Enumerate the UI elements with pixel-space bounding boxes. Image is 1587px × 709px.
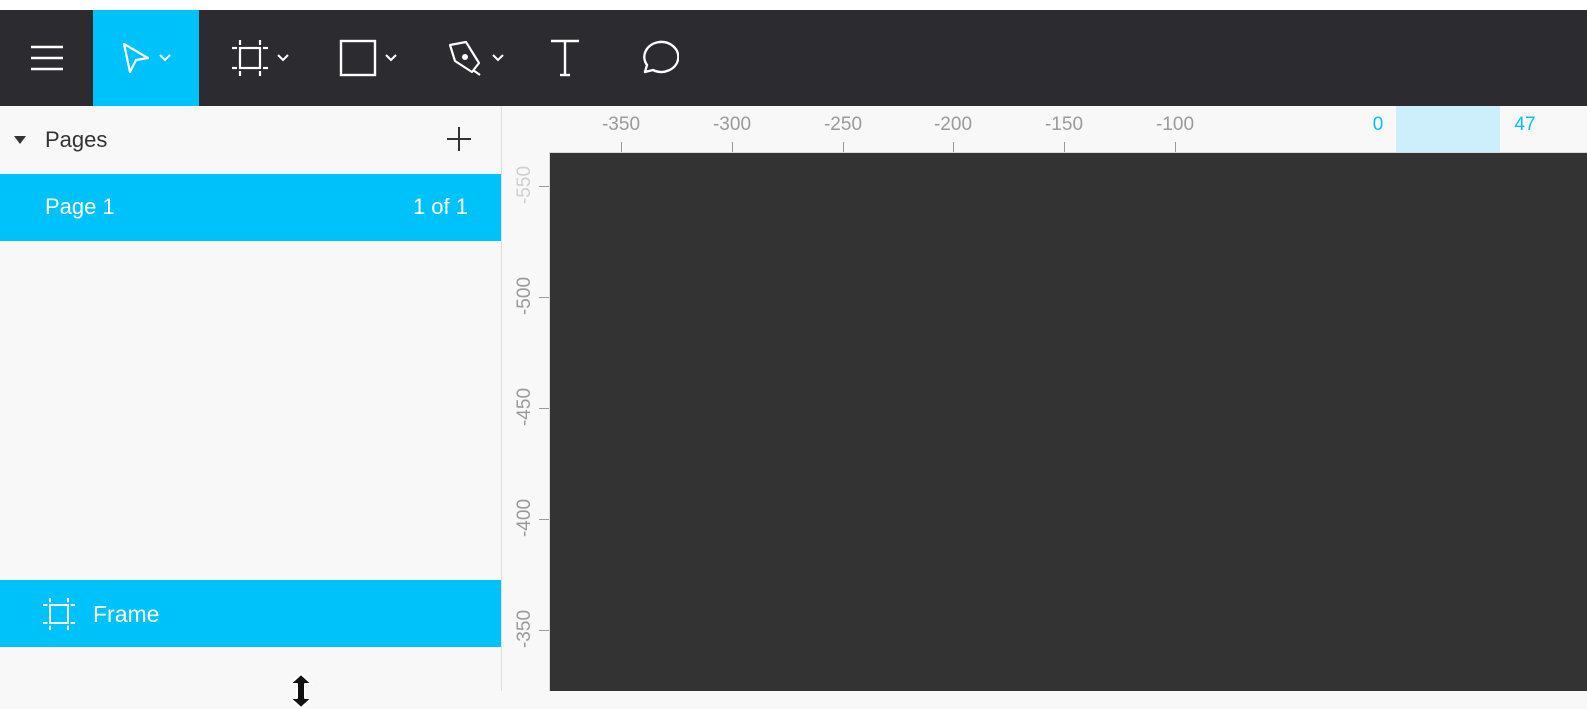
vertical-ruler[interactable]: -550 -500 -450 -400 -350 xyxy=(502,152,550,691)
ruler-tick xyxy=(621,142,622,152)
page-item-label: Page 1 xyxy=(45,194,115,219)
ruler-tick xyxy=(539,519,549,520)
comment-tool-button[interactable] xyxy=(630,10,685,106)
ruler-selection-highlight xyxy=(1396,106,1500,152)
main-toolbar xyxy=(0,10,1587,106)
ruler-label: -450 xyxy=(514,387,535,427)
ruler-tick xyxy=(1064,142,1065,152)
ruler-label: -300 xyxy=(712,114,752,135)
ruler-label: -350 xyxy=(514,609,535,649)
ruler-tick xyxy=(953,142,954,152)
page-item-page-1[interactable]: Page 1 1 of 1 xyxy=(0,174,501,241)
ruler-tick xyxy=(539,186,549,187)
ruler-tick xyxy=(539,408,549,409)
layer-item-label: Frame xyxy=(93,601,160,627)
ruler-tick xyxy=(732,142,733,152)
chevron-down-icon[interactable] xyxy=(491,54,504,62)
ruler-label: -550 xyxy=(514,165,535,205)
add-page-plus-icon[interactable] xyxy=(444,124,474,154)
layer-item-frame[interactable]: Frame xyxy=(0,580,501,647)
hamburger-menu-icon xyxy=(30,45,63,71)
ruler-label: -400 xyxy=(514,498,535,538)
frame-tool-button[interactable] xyxy=(222,10,297,106)
ruler-tick xyxy=(843,142,844,152)
page-count-label: 1 of 1 xyxy=(412,194,468,219)
ruler-label: -350 xyxy=(601,114,641,135)
ruler-selection-end: 47 xyxy=(1514,114,1536,135)
pages-title: Pages xyxy=(45,127,108,152)
frame-icon xyxy=(231,40,268,76)
chevron-down-icon[interactable] xyxy=(159,54,171,62)
pen-tool-button[interactable] xyxy=(437,10,512,106)
horizontal-ruler[interactable]: -350 -300 -250 -200 -150 -100 0 47 xyxy=(549,106,1587,153)
chevron-down-icon[interactable] xyxy=(384,54,397,62)
frame-icon xyxy=(42,597,76,631)
resize-cursor-icon xyxy=(289,673,313,709)
ruler-label: -200 xyxy=(933,114,973,135)
ruler-label: -100 xyxy=(1155,114,1195,135)
speech-bubble-icon xyxy=(642,40,679,74)
caret-down-icon[interactable] xyxy=(14,136,26,144)
rectangle-icon xyxy=(339,39,376,77)
pointer-arrow-icon xyxy=(122,42,150,74)
chevron-down-icon[interactable] xyxy=(276,54,289,62)
window-top-edge xyxy=(0,0,1587,10)
design-canvas[interactable] xyxy=(550,153,1587,691)
ruler-tick xyxy=(1175,142,1176,152)
ruler-label: -500 xyxy=(514,276,535,316)
ruler-tick xyxy=(539,630,549,631)
ruler-selection-start: 0 xyxy=(1372,114,1384,135)
left-sidebar: Pages Page 1 1 of 1 Frame xyxy=(0,106,502,709)
ruler-corner xyxy=(502,106,549,152)
main-menu-button[interactable] xyxy=(0,10,93,106)
text-t-icon xyxy=(551,39,579,77)
shape-tool-button[interactable] xyxy=(330,10,405,106)
move-tool-button[interactable] xyxy=(93,10,199,106)
ruler-label: -250 xyxy=(823,114,863,135)
ruler-label: -150 xyxy=(1044,114,1084,135)
pages-header: Pages xyxy=(0,106,501,174)
ruler-tick xyxy=(539,297,549,298)
text-tool-button[interactable] xyxy=(540,10,590,106)
pen-nib-icon xyxy=(448,40,481,76)
